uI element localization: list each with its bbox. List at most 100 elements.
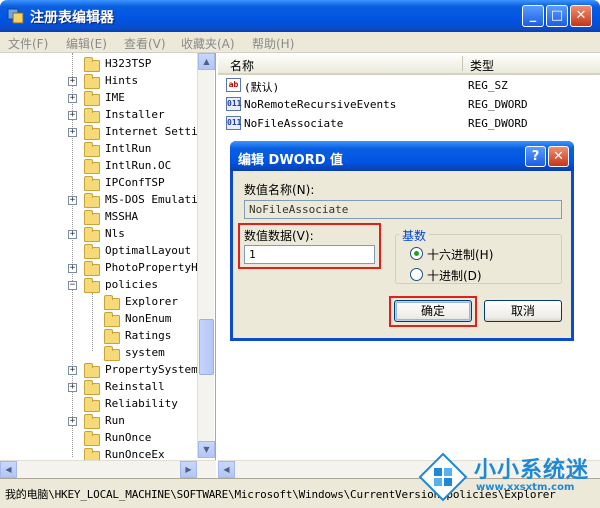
tree-item-label: system [125, 346, 165, 359]
tree-item-label: Reinstall [105, 380, 165, 393]
tree-item-label: IME [105, 91, 125, 104]
scroll-down-arrow-icon[interactable]: ▼ [198, 441, 215, 458]
folder-icon [84, 278, 100, 293]
watermark-text: 小小系统迷 [474, 458, 590, 483]
scroll-right-arrow-icon[interactable]: ▶ [180, 461, 197, 478]
tree-item[interactable]: + Reinstall [0, 379, 196, 396]
folder-icon [104, 312, 120, 327]
expand-icon[interactable]: + [68, 366, 77, 375]
tree-item[interactable]: Ratings [0, 328, 196, 345]
expand-icon[interactable]: + [68, 77, 77, 86]
tree-item[interactable]: Reliability [0, 396, 196, 413]
tree-item[interactable]: + Internet Setti [0, 124, 198, 141]
folder-icon [84, 244, 100, 259]
value-name: NoFileAssociate [244, 117, 344, 130]
tree-item[interactable]: IntlRun [0, 141, 196, 158]
tree-item[interactable]: IPConfTSP [0, 175, 196, 192]
tree-item[interactable]: + MS-DOS Emulati [0, 192, 198, 209]
expand-icon[interactable]: + [68, 94, 77, 103]
collapse-icon[interactable]: − [68, 281, 77, 290]
dialog-help-button[interactable]: ? [525, 146, 546, 167]
tree-item[interactable]: NonEnum [0, 311, 196, 328]
folder-icon [84, 142, 100, 157]
value-name: (默认) [244, 81, 280, 94]
tree-item[interactable]: + PhotoPropertyH [0, 260, 198, 277]
tree-item[interactable]: OptimalLayout [0, 243, 196, 260]
tree-item-label: Ratings [125, 329, 172, 342]
tree-item-label: policies [105, 278, 158, 291]
tree-item-label: MS-DOS Emulati [105, 193, 198, 206]
dec-radio[interactable] [410, 268, 423, 281]
value-name-field: NoFileAssociate [244, 200, 562, 219]
tree-scroll-thumb[interactable] [199, 319, 214, 375]
dec-radio-label[interactable]: 十进制(D) [427, 267, 482, 284]
tree-item-label: Internet Setti [105, 125, 198, 138]
tree-item[interactable]: + Installer [0, 107, 196, 124]
tree-item-label: Reliability [105, 397, 178, 410]
folder-icon [84, 431, 100, 446]
expand-icon[interactable]: + [68, 417, 77, 426]
tree-item[interactable]: + Nls [0, 226, 196, 243]
expand-icon[interactable]: + [68, 230, 77, 239]
tree-item[interactable]: + PropertySystem [0, 362, 198, 379]
tree-item[interactable]: + IME [0, 90, 196, 107]
hex-radio-label[interactable]: 十六进制(H) [427, 246, 493, 263]
folder-icon [84, 91, 100, 106]
scroll-left-arrow-icon[interactable]: ◀ [0, 461, 17, 478]
list-scroll-left-arrow-icon[interactable]: ◀ [218, 461, 235, 478]
menu-file[interactable]: 文件(F) [8, 35, 48, 52]
hex-radio[interactable] [410, 247, 423, 260]
column-name-header[interactable]: 名称 [230, 57, 254, 74]
expand-icon[interactable]: + [68, 264, 77, 273]
tree-item[interactable]: Explorer [0, 294, 196, 311]
folder-icon [84, 193, 100, 208]
menu-view[interactable]: 查看(V) [124, 35, 166, 52]
tree-item[interactable]: RunOnce [0, 430, 196, 447]
tree-item[interactable]: system [0, 345, 196, 362]
cancel-button[interactable]: 取消 [484, 300, 562, 322]
tree-item[interactable]: + Hints [0, 73, 196, 90]
tree-item-label: RunOnce [105, 431, 152, 444]
expand-icon[interactable]: + [68, 128, 77, 137]
menu-bar: 文件(F) 编辑(E) 查看(V) 收藏夹(A) 帮助(H) [0, 32, 600, 53]
expand-icon[interactable]: + [68, 111, 77, 120]
expand-icon[interactable]: + [68, 383, 77, 392]
value-type: REG_DWORD [468, 98, 528, 111]
scroll-up-arrow-icon[interactable]: ▲ [198, 53, 215, 70]
tree-item[interactable]: MSSHA [0, 209, 196, 226]
menu-favorites[interactable]: 收藏夹(A) [181, 35, 235, 52]
value-data-input[interactable]: 1 [244, 245, 375, 264]
tree-item-label: Explorer [125, 295, 178, 308]
dialog-close-button[interactable]: ✕ [548, 146, 569, 167]
maximize-button[interactable]: □ [546, 5, 568, 27]
tree-item[interactable]: H323TSP [0, 56, 196, 73]
ok-button[interactable]: 确定 [394, 300, 472, 322]
minimize-button[interactable]: _ [522, 5, 544, 27]
column-type-header[interactable]: 类型 [470, 57, 494, 74]
value-name: NoRemoteRecursiveEvents [244, 98, 397, 111]
tree-item-label: MSSHA [105, 210, 139, 223]
string-value-icon: ab [226, 78, 241, 92]
tree-vertical-scrollbar[interactable]: ▲ ▼ [197, 53, 215, 458]
tree-item[interactable]: IntlRun.OC [0, 158, 196, 175]
close-button[interactable]: ✕ [570, 5, 592, 27]
registry-editor-icon [7, 8, 24, 24]
tree-item-label: IPConfTSP [105, 176, 165, 189]
expand-icon[interactable]: + [68, 196, 77, 205]
tree-item[interactable]: − policies [0, 277, 196, 294]
list-item[interactable]: 011 NoRemoteRecursiveEvents REG_DWORD [218, 96, 600, 114]
dialog-titlebar[interactable]: 编辑 DWORD 值 ? ✕ [230, 141, 574, 171]
folder-icon [84, 108, 100, 123]
folder-icon [84, 261, 100, 276]
tree-horizontal-scrollbar[interactable]: ◀ ▶ [0, 460, 216, 478]
list-item[interactable]: ab (默认) REG_SZ [218, 77, 600, 95]
menu-help[interactable]: 帮助(H) [252, 35, 294, 52]
list-item[interactable]: 011 NoFileAssociate REG_DWORD [218, 115, 600, 133]
registry-tree[interactable]: H323TSP + Hints + IME + Installer + Internet Set… [0, 53, 216, 478]
window-titlebar[interactable]: 注册表编辑器 _ □ ✕ [0, 0, 600, 32]
tree-item[interactable]: + Run [0, 413, 196, 430]
menu-edit[interactable]: 编辑(E) [66, 35, 107, 52]
tree-item-label: H323TSP [105, 57, 152, 70]
watermark-url: www.xxsxtm.com [476, 482, 575, 493]
tree-item-label: OptimalLayout [105, 244, 192, 257]
